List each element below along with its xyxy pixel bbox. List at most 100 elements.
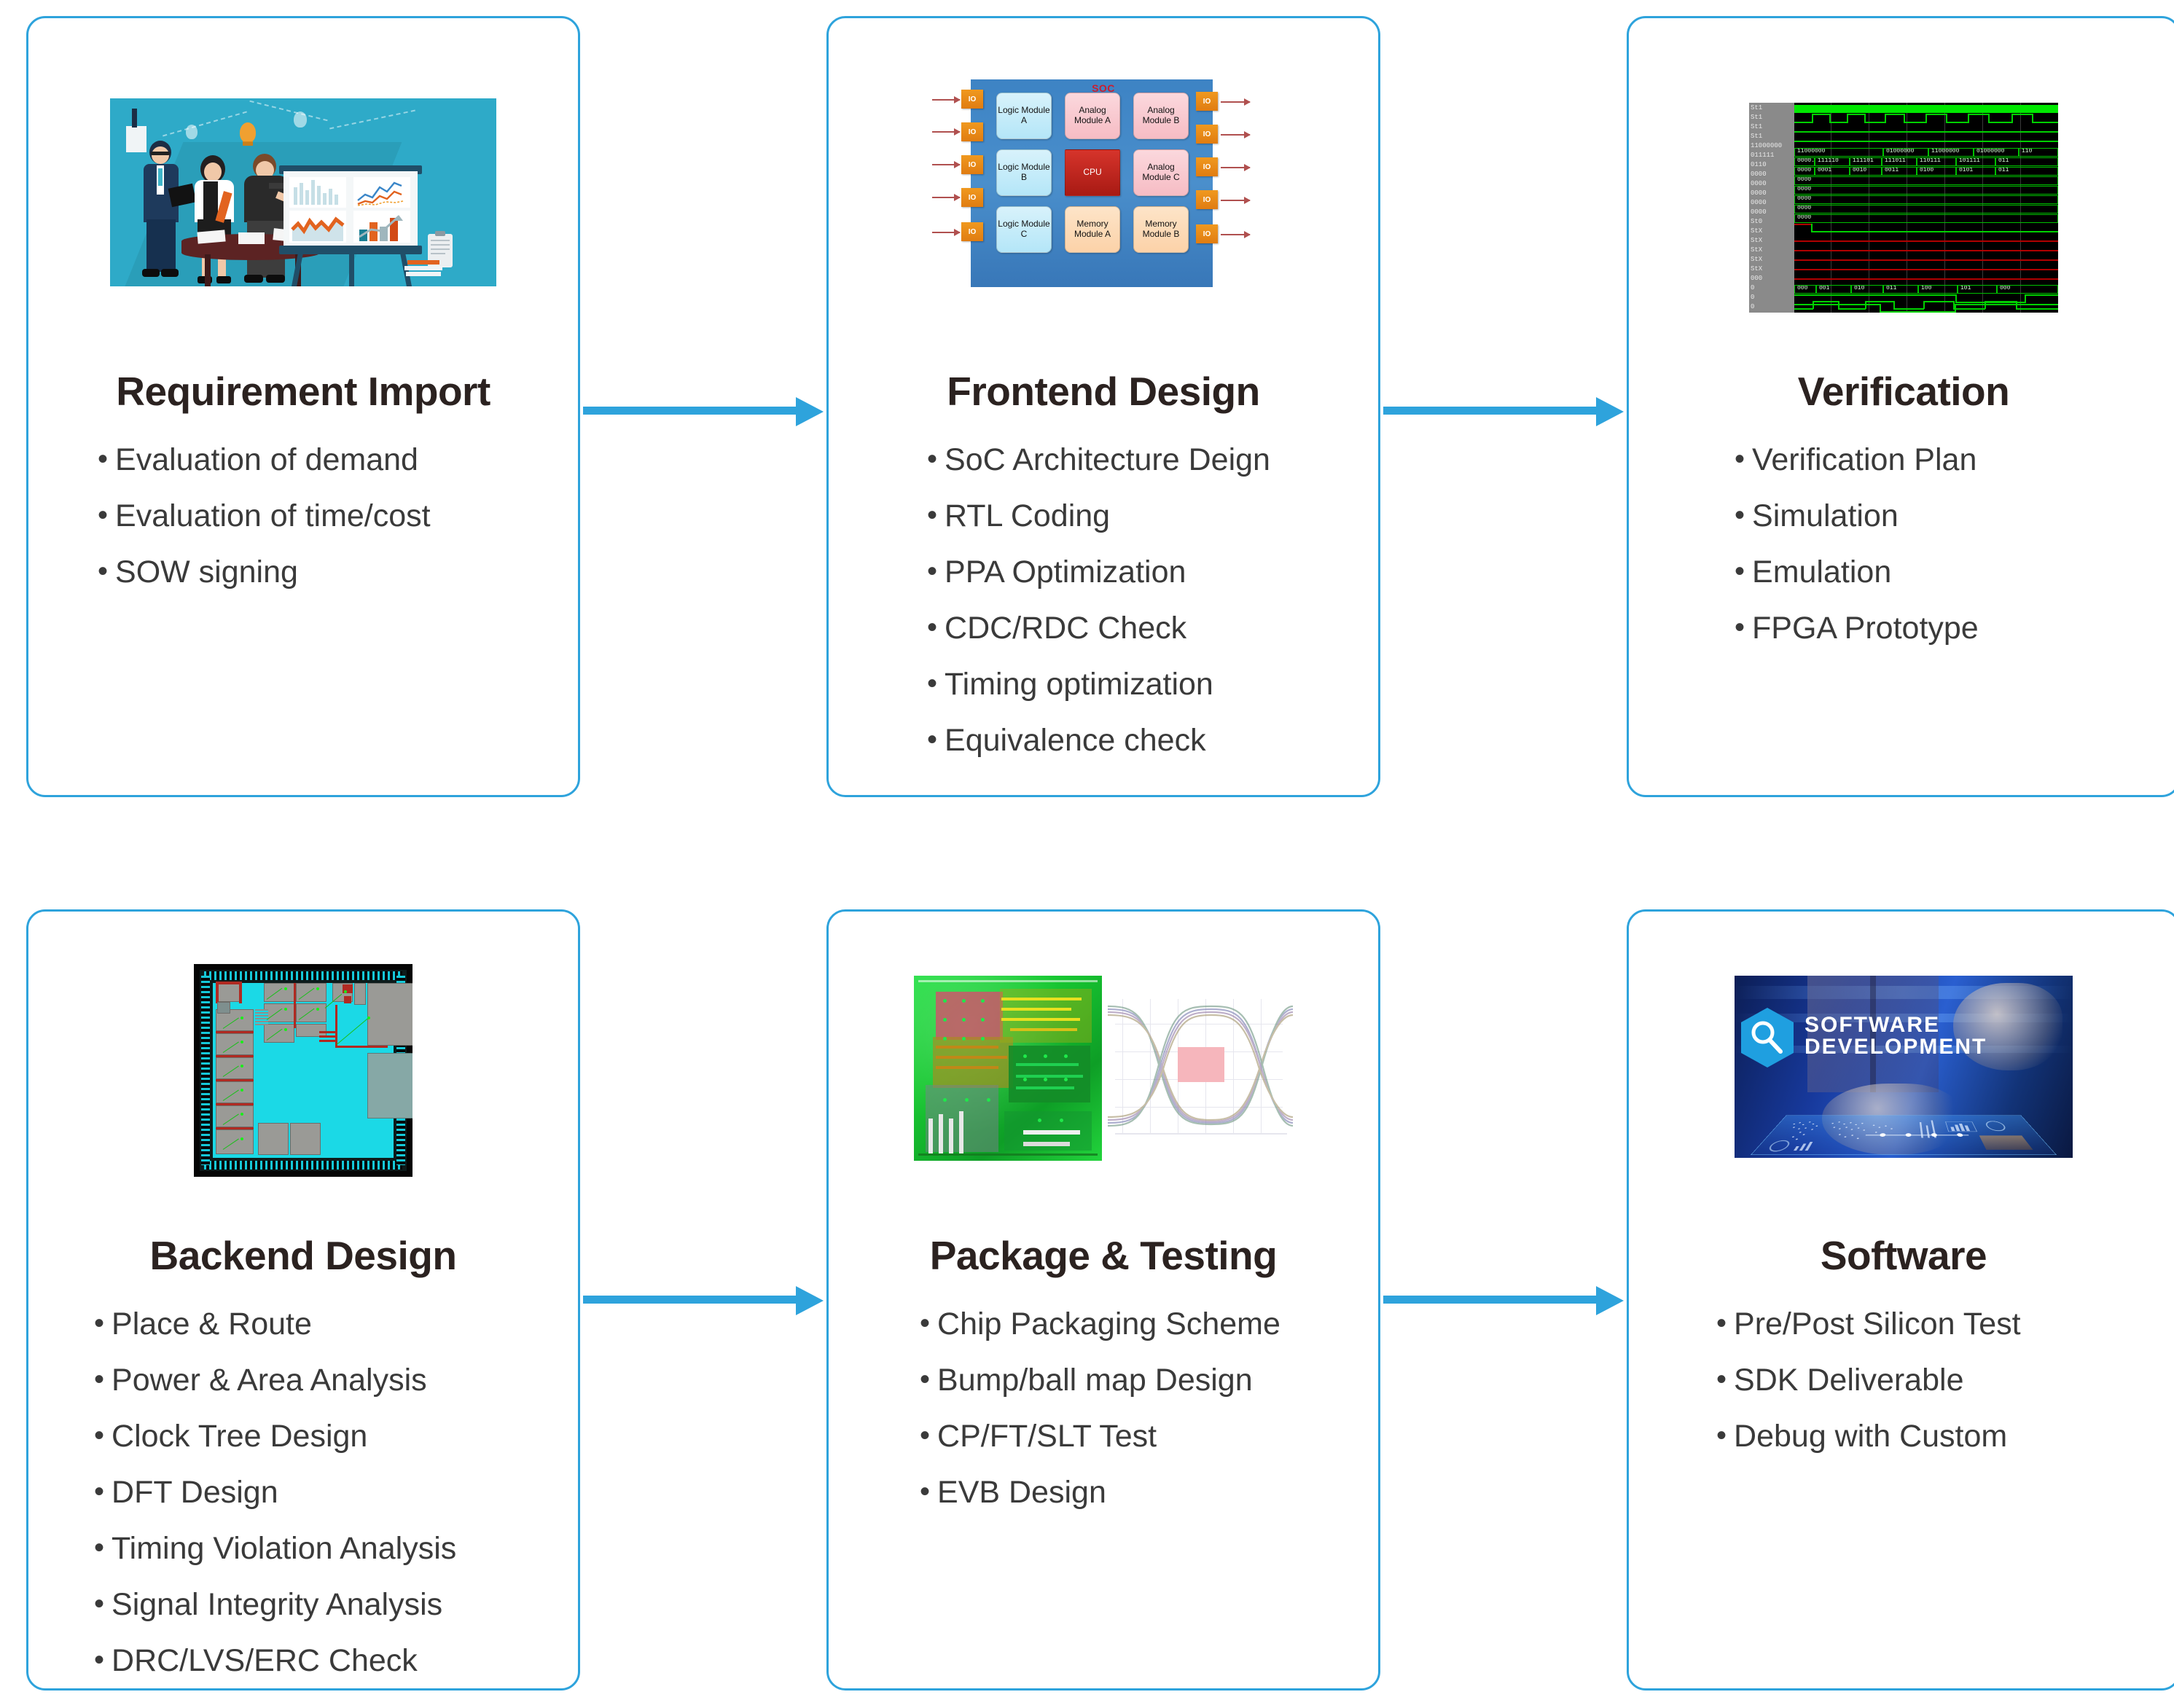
card-bullet-list: • SoC Architecture Deign • RTL Coding • PPA… [829, 444, 1378, 781]
waveform-bus-value: 0001 [1815, 167, 1850, 176]
card-bullet-list: • Chip Packaging Scheme • Bump/ball map De… [829, 1309, 1378, 1533]
list-item-label: DRC/LVS/ERC Check [112, 1643, 418, 1678]
waveform-bus-value: 01000000 [1883, 148, 1928, 157]
list-item: • Pre/Post Silicon Test [1716, 1309, 2174, 1340]
bullet-icon: • [94, 1307, 105, 1339]
waveform-signal-value: 0000 [1751, 171, 1767, 178]
list-item: • Timing Violation Analysis [94, 1533, 578, 1564]
soc-block: Logic Module B [996, 149, 1052, 196]
card-bullet-list: • Evaluation of demand • Evaluation of tim… [28, 444, 578, 613]
card-software[interactable]: SOFTWARE DEVELOPMENT Software • Pre/Post… [1627, 909, 2174, 1691]
waveform-signal-value: StX [1751, 256, 1763, 263]
bullet-icon: • [1716, 1307, 1727, 1339]
waveform-signal-value: 000 [1751, 275, 1763, 282]
list-item-label: SDK Deliverable [1734, 1363, 1964, 1398]
list-item: • Clock Tree Design [94, 1421, 578, 1452]
waveform-bus-value: 0000 [1794, 167, 1815, 176]
list-item-label: Timing Violation Analysis [112, 1531, 457, 1566]
list-item-label: Debug with Custom [1734, 1419, 2008, 1454]
card-title: Package & Testing [929, 1233, 1278, 1278]
soc-block: Analog Module A [1065, 93, 1120, 139]
card-title: Software [1820, 1233, 1987, 1278]
bullet-icon: • [94, 1644, 105, 1676]
hud-panel [1751, 1115, 2057, 1155]
list-item-label: Signal Integrity Analysis [112, 1587, 443, 1622]
list-item-label: Clock Tree Design [112, 1419, 368, 1454]
soc-block: Analog Module C [1133, 149, 1189, 196]
waveform-bus-value: 000 [1794, 285, 1816, 294]
io-block: IO [1196, 157, 1218, 176]
waveform-signal-value: StX [1751, 227, 1763, 235]
waveform-signal-value: 0 [1751, 284, 1755, 291]
waveform-bus-value: 110 [2019, 148, 2058, 157]
card-requirement-import[interactable]: Requirement Import • Evaluation of demand… [26, 16, 580, 797]
list-item-label: CP/FT/SLT Test [937, 1419, 1157, 1454]
waveform-bus-value: 01000000 [1974, 148, 2019, 157]
list-item-label: Chip Packaging Scheme [937, 1307, 1280, 1341]
list-item: • Signal Integrity Analysis [94, 1589, 578, 1621]
list-item: • Power & Area Analysis [94, 1365, 578, 1396]
list-item: • Timing optimization [927, 669, 1378, 700]
soc-block: Logic Module C [996, 206, 1052, 253]
waveform-bus-value: 001 [1816, 285, 1851, 294]
waveform-bus-value: 100 [1918, 285, 1958, 294]
list-item-label: Emulation [1752, 555, 1892, 589]
list-item-label: RTL Coding [945, 498, 1111, 533]
arrow-backend-to-package [583, 1286, 824, 1315]
arrow-frontend-to-verification [1383, 397, 1624, 426]
waveform-signal-value: 0000 [1751, 180, 1767, 187]
list-item: • Evaluation of time/cost [98, 501, 578, 532]
io-block: IO [961, 188, 983, 207]
waveform-signal-value: StX [1751, 237, 1763, 244]
list-item: • Simulation [1735, 501, 2174, 532]
io-block: IO [961, 155, 983, 174]
bullet-icon: • [94, 1588, 105, 1620]
magnifier-hexagon-icon [1739, 1006, 1796, 1069]
list-item-label: Power & Area Analysis [112, 1363, 427, 1398]
software-development-banner: SOFTWARE DEVELOPMENT [1735, 976, 2073, 1158]
bullet-icon: • [927, 611, 938, 643]
bullet-icon: • [98, 443, 109, 475]
card-verification[interactable]: St1 St1 St1 St1 11000000 011111 0110 000… [1627, 16, 2174, 797]
waveform-bus-value: 101111 [1956, 157, 1995, 166]
card-backend-design[interactable]: Backend Design • Place & Route • Power & A… [26, 909, 580, 1691]
waveform-signal-value: StX [1751, 265, 1763, 273]
waveform-bus-value: 11000000 [1928, 148, 1974, 157]
waveform-signal-value: St1 [1751, 104, 1763, 111]
bullet-icon: • [927, 443, 938, 475]
bullet-icon: • [920, 1307, 931, 1339]
card-title: Verification [1797, 369, 2010, 414]
list-item: • FPGA Prototype [1735, 613, 2174, 644]
waveform-signal-value: 0110 [1751, 161, 1767, 168]
waveform-signal-value: St1 [1751, 114, 1763, 121]
waveform-signal-value: 0000 [1751, 199, 1767, 206]
banner-line-2: DEVELOPMENT [1805, 1035, 1987, 1059]
bullet-icon: • [927, 724, 938, 756]
waveform-bus-value: 111011 [1882, 157, 1917, 166]
waveform-bus-value: 110111 [1917, 157, 1956, 166]
bullet-icon: • [927, 499, 938, 531]
bullet-icon: • [94, 1363, 105, 1395]
arrow-package-to-software [1383, 1286, 1624, 1315]
banner-line-1: SOFTWARE [1805, 1013, 1940, 1037]
list-item: • DFT Design [94, 1477, 578, 1508]
list-item-label: Bump/ball map Design [937, 1363, 1253, 1398]
list-item-label: EVB Design [937, 1475, 1106, 1510]
card-package-and-testing[interactable]: Package & Testing • Chip Packaging Scheme… [826, 909, 1380, 1691]
bullet-icon: • [920, 1419, 931, 1452]
waveform-bus-value: 011 [1995, 167, 2058, 176]
package-routing-and-eye-diagram [914, 968, 1293, 1172]
io-block: IO [1196, 190, 1218, 209]
list-item: • Equivalence check [927, 725, 1378, 756]
bullet-icon: • [1735, 555, 1745, 587]
bullet-icon: • [920, 1363, 931, 1395]
waveform-bus-value: 010 [1851, 285, 1883, 294]
list-item-label: Place & Route [112, 1307, 312, 1341]
waveform-bus-value: 0000 [1794, 205, 2058, 214]
waveform-signal-value: 0 [1751, 294, 1755, 301]
card-frontend-design[interactable]: SOC IO IO IO IO IO Logic Module A Analog… [826, 16, 1380, 797]
soc-block-cpu: CPU [1065, 149, 1120, 196]
bullet-icon: • [94, 1476, 105, 1508]
waveform-bus-value: 101 [1958, 285, 1997, 294]
bullet-icon: • [1716, 1363, 1727, 1395]
